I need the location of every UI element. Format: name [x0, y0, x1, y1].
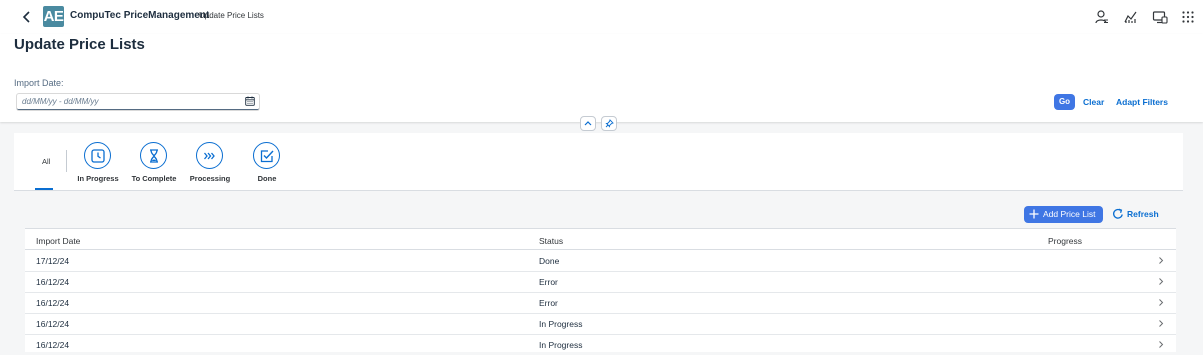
app-title[interactable]: CompuTec PriceManagement	[70, 10, 209, 21]
tab-icon-circle	[84, 142, 111, 169]
cell-import-date: 16/12/24	[36, 319, 70, 329]
chevron-right-icon[interactable]	[1158, 256, 1164, 265]
tab-processing[interactable]: Processing	[178, 142, 242, 188]
monitor-icon[interactable]	[1152, 9, 1168, 25]
app-logo[interactable]: AE	[43, 6, 64, 27]
chevron-right-icon[interactable]	[1158, 277, 1164, 286]
tab-in-progress[interactable]: In Progress	[66, 142, 130, 188]
tab-all[interactable]: All	[42, 157, 50, 166]
price-lists-table: Import Date Status Progress 17/12/24 Don…	[25, 228, 1176, 352]
column-header-progress[interactable]: Progress	[1048, 236, 1082, 246]
go-button[interactable]: Go	[1054, 94, 1075, 110]
column-header-import-date[interactable]: Import Date	[36, 236, 80, 246]
user-settings-icon[interactable]	[1094, 9, 1110, 25]
table-row[interactable]: 16/12/24 Error	[25, 271, 1176, 293]
tab-all-selected-indicator	[35, 188, 53, 190]
tab-label: Done	[257, 174, 277, 183]
hourglass-icon	[150, 149, 158, 163]
tab-label: Processing	[189, 174, 231, 183]
cell-status: In Progress	[539, 319, 583, 329]
collapse-header-button[interactable]	[580, 116, 596, 131]
chevron-right-icon[interactable]	[1158, 298, 1164, 307]
chevron-right-icon[interactable]	[1158, 319, 1164, 328]
grid-menu-icon[interactable]	[1180, 9, 1196, 25]
icon-tab-bar: All In Progress To Complete Processing D…	[14, 133, 1183, 191]
table-row[interactable]: 16/12/24 In Progress	[25, 334, 1176, 355]
page-title: Update Price Lists	[14, 36, 145, 53]
forward-icon	[204, 152, 215, 160]
tab-icon-circle	[196, 142, 223, 169]
add-price-list-button[interactable]: Add Price List	[1024, 206, 1103, 223]
table-row[interactable]: 16/12/24 Error	[25, 292, 1176, 314]
cell-status: Error	[539, 298, 558, 308]
import-date-field[interactable]	[17, 94, 259, 110]
tab-done[interactable]: Done	[235, 142, 299, 188]
pin-icon	[605, 119, 614, 128]
cell-import-date: 16/12/24	[36, 277, 70, 287]
table-row[interactable]: 16/12/24 In Progress	[25, 313, 1176, 335]
tab-label: In Progress	[77, 174, 119, 183]
plus-icon	[1029, 209, 1039, 219]
refresh-label: Refresh	[1127, 209, 1159, 219]
cell-status: Done	[539, 256, 560, 266]
table-row[interactable]: 17/12/24 Done	[25, 250, 1176, 272]
adapt-filters-button[interactable]: Adapt Filters	[1116, 97, 1168, 107]
checkbox-icon	[260, 150, 274, 163]
back-arrow-icon[interactable]	[20, 9, 34, 25]
chevron-up-icon	[584, 121, 592, 126]
tab-to-complete[interactable]: To Complete	[122, 142, 186, 188]
refresh-button[interactable]: Refresh	[1111, 207, 1167, 223]
tab-icon-circle	[253, 142, 280, 169]
column-header-status[interactable]: Status	[539, 236, 563, 246]
cell-status: In Progress	[539, 340, 583, 350]
chevron-right-icon[interactable]	[1158, 340, 1164, 349]
shell-bar: AE CompuTec PriceManagement Update Price…	[0, 0, 1203, 34]
cell-import-date: 17/12/24	[36, 256, 70, 266]
app-subtitle: Update Price Lists	[199, 11, 264, 20]
clear-button[interactable]: Clear	[1083, 97, 1104, 107]
add-price-list-label: Add Price List	[1043, 209, 1096, 219]
clock-icon	[91, 149, 105, 163]
cell-import-date: 16/12/24	[36, 340, 70, 350]
analytics-icon[interactable]	[1123, 9, 1139, 25]
refresh-icon	[1113, 208, 1123, 219]
pin-header-button[interactable]	[601, 116, 617, 131]
import-date-label: Import Date:	[14, 78, 64, 88]
import-date-input[interactable]	[22, 95, 232, 107]
cell-status: Error	[539, 277, 558, 287]
tab-icon-circle	[140, 142, 167, 169]
cell-import-date: 16/12/24	[36, 298, 70, 308]
calendar-icon[interactable]	[245, 96, 255, 106]
tab-label: To Complete	[131, 174, 177, 183]
